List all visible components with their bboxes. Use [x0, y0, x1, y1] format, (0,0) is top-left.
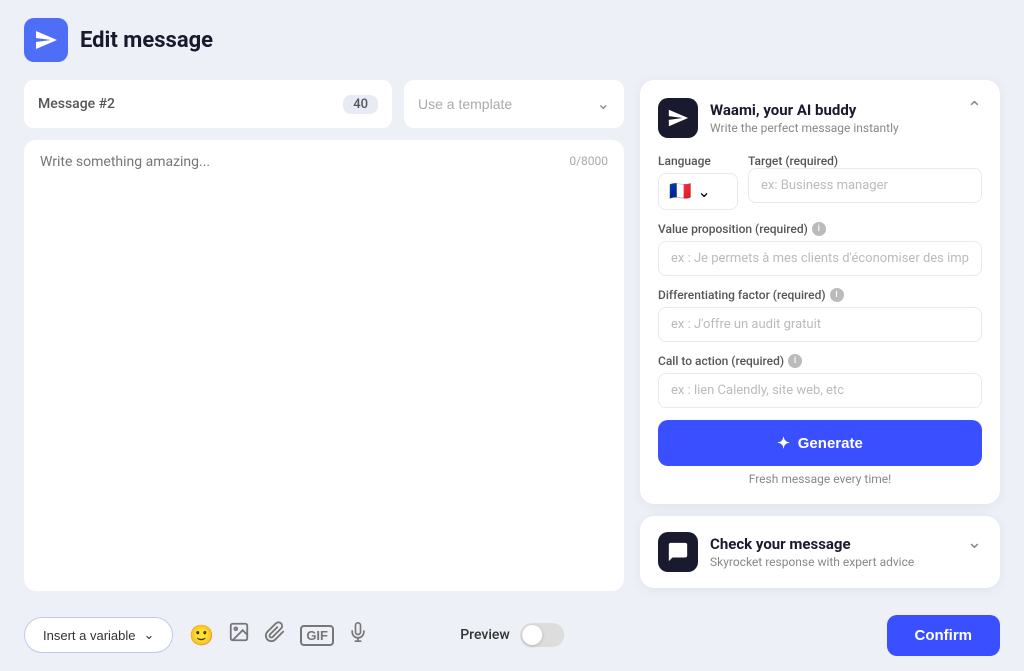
sparkle-icon: ✦ — [777, 434, 790, 452]
language-group: Language 🇫🇷 ⌄ — [658, 154, 738, 210]
message-textarea-wrapper: 0/8000 — [24, 140, 624, 591]
generate-subtext: Fresh message every time! — [658, 472, 982, 486]
value-prop-input[interactable] — [658, 241, 982, 276]
preview-label: Preview — [460, 627, 510, 643]
left-panel: Message #2 40 Use a template ⌄ 0/8000 — [24, 80, 624, 591]
message-name-label: Message #2 — [38, 96, 115, 112]
gif-button[interactable]: GIF — [300, 625, 334, 646]
value-prop-label: Value proposition (required) i — [658, 222, 982, 236]
ai-card-title: Waami, your AI buddy — [710, 101, 899, 119]
language-target-row: Language 🇫🇷 ⌄ Target (required) — [658, 154, 982, 210]
attachment-button[interactable] — [264, 621, 286, 649]
generate-label: Generate — [798, 435, 863, 452]
ai-buddy-icon — [658, 98, 698, 138]
check-message-card: Check your message Skyrocket response wi… — [640, 516, 1000, 588]
mic-icon — [348, 622, 368, 648]
check-card-header: Check your message Skyrocket response wi… — [658, 532, 982, 572]
ai-buddy-card: Waami, your AI buddy Write the perfect m… — [640, 80, 1000, 504]
ai-card-header-left: Waami, your AI buddy Write the perfect m… — [658, 98, 899, 138]
confirm-button[interactable]: Confirm — [887, 615, 1001, 656]
toolbar-icons: 🙂 GIF — [189, 621, 368, 649]
diff-factor-info-icon[interactable]: i — [830, 288, 844, 302]
gif-icon: GIF — [300, 625, 334, 646]
check-card-title: Check your message — [710, 535, 914, 553]
chevron-down-icon: ⌄ — [597, 94, 610, 114]
image-icon — [228, 621, 250, 649]
value-prop-info-icon[interactable]: i — [812, 222, 826, 236]
expand-check-button[interactable]: ⌄ — [967, 532, 982, 553]
insert-variable-button[interactable]: Insert a variable ⌄ — [24, 617, 173, 653]
mic-button[interactable] — [348, 622, 368, 648]
ai-card-header: Waami, your AI buddy Write the perfect m… — [658, 98, 982, 138]
message-textarea[interactable] — [40, 154, 608, 577]
page-title: Edit message — [80, 28, 213, 53]
bottom-left-controls: Insert a variable ⌄ 🙂 — [24, 617, 368, 653]
main-layout: Message #2 40 Use a template ⌄ 0/8000 — [0, 80, 1024, 591]
char-count: 0/8000 — [569, 154, 608, 168]
check-card-header-left: Check your message Skyrocket response wi… — [658, 532, 914, 572]
check-card-title-block: Check your message Skyrocket response wi… — [710, 535, 914, 569]
template-dropdown-label: Use a template — [418, 96, 512, 112]
target-label: Target (required) — [748, 154, 982, 168]
target-input[interactable] — [748, 168, 982, 203]
right-panel: Waami, your AI buddy Write the perfect m… — [640, 80, 1000, 591]
template-dropdown[interactable]: Use a template ⌄ — [404, 80, 624, 128]
check-message-icon — [658, 532, 698, 572]
app-icon — [24, 18, 68, 62]
ai-card-subtitle: Write the perfect message instantly — [710, 121, 899, 135]
emoji-button[interactable]: 🙂 — [189, 623, 214, 648]
attachment-icon — [264, 621, 286, 649]
check-card-subtitle: Skyrocket response with expert advice — [710, 555, 914, 569]
waami-icon — [667, 107, 689, 129]
generate-button[interactable]: ✦ Generate — [658, 420, 982, 466]
image-button[interactable] — [228, 621, 250, 649]
top-bar: Message #2 40 Use a template ⌄ — [24, 80, 624, 128]
preview-toggle[interactable] — [520, 623, 564, 647]
message-check-icon — [667, 541, 689, 563]
diff-factor-group: Differentiating factor (required) i — [658, 288, 982, 342]
cta-group: Call to action (required) i — [658, 354, 982, 408]
insert-variable-chevron-icon: ⌄ — [144, 627, 155, 643]
emoji-icon: 🙂 — [189, 623, 214, 648]
flag-icon: 🇫🇷 — [669, 181, 691, 202]
paper-plane-icon — [34, 28, 58, 52]
collapse-button[interactable]: ⌃ — [967, 98, 982, 119]
lang-chevron-icon: ⌄ — [697, 182, 710, 201]
insert-variable-label: Insert a variable — [43, 628, 136, 643]
language-select[interactable]: 🇫🇷 ⌄ — [658, 173, 738, 210]
toggle-knob — [522, 625, 542, 645]
message-name-box: Message #2 40 — [24, 80, 392, 128]
ai-card-title-block: Waami, your AI buddy Write the perfect m… — [710, 101, 899, 135]
language-label: Language — [658, 154, 738, 168]
message-count-badge: 40 — [343, 95, 378, 114]
bottom-bar: Insert a variable ⌄ 🙂 — [0, 599, 1024, 671]
header: Edit message — [0, 0, 1024, 80]
diff-factor-input[interactable] — [658, 307, 982, 342]
diff-factor-label: Differentiating factor (required) i — [658, 288, 982, 302]
cta-info-icon[interactable]: i — [788, 354, 802, 368]
target-group: Target (required) — [748, 154, 982, 203]
preview-section: Preview — [460, 623, 564, 647]
cta-input[interactable] — [658, 373, 982, 408]
cta-label: Call to action (required) i — [658, 354, 982, 368]
value-prop-group: Value proposition (required) i — [658, 222, 982, 276]
